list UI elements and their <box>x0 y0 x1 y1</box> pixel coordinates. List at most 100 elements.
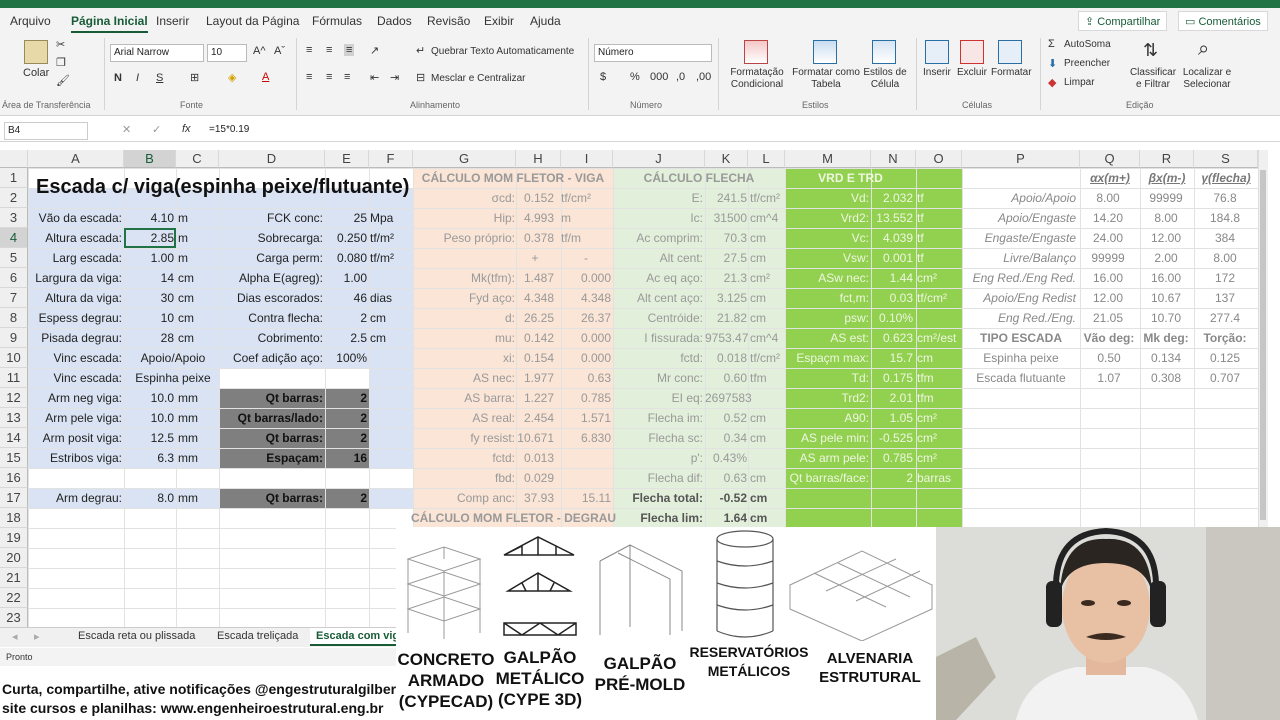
column-header-S[interactable]: S <box>1194 150 1258 168</box>
mid-param-label[interactable]: Alpha E(agreg): <box>219 268 323 288</box>
increase-indent-icon[interactable]: ⇥ <box>390 71 399 84</box>
flecha-unit[interactable]: cm <box>750 428 784 448</box>
fill-button[interactable]: Preencher <box>1064 58 1110 69</box>
viga-value-2[interactable]: m <box>561 208 611 228</box>
cell-styles-button[interactable]: Estilos de Célula <box>860 67 910 91</box>
coef-beta[interactable]: 10.70 <box>1140 308 1192 328</box>
tipo-vao-header[interactable]: Vão deg: <box>1080 328 1138 348</box>
column-header-N[interactable]: N <box>871 150 916 168</box>
row-header-17[interactable]: 17 <box>0 488 28 508</box>
mid-param-label[interactable]: Cobrimento: <box>219 328 323 348</box>
menu-pagina-inicial[interactable]: Página Inicial <box>71 14 148 33</box>
flecha-unit[interactable]: cm <box>750 408 784 428</box>
mid-param-value[interactable]: 0.080 <box>325 248 367 268</box>
viga-label[interactable]: AS barra: <box>413 388 515 408</box>
share-button[interactable]: ⇪ Compartilhar <box>1078 11 1168 31</box>
flecha-label[interactable]: Ac comprim: <box>613 228 703 248</box>
viga-value-1[interactable]: 0.013 <box>516 448 554 468</box>
select-all-corner[interactable] <box>0 150 28 168</box>
mid-param-label[interactable]: Coef adição aço: <box>219 348 323 368</box>
coef-alpha[interactable]: 21.05 <box>1080 308 1136 328</box>
flecha-unit[interactable]: cm <box>750 508 784 528</box>
viga-value-2[interactable]: tf/m <box>561 228 611 248</box>
flecha-label[interactable]: Mr conc: <box>613 368 703 388</box>
vrd-label[interactable]: Espaçm max: <box>785 348 869 368</box>
qt-value[interactable]: 2 <box>325 488 367 508</box>
flecha-value[interactable]: 9753.47 <box>705 328 748 348</box>
coef-beta[interactable]: 12.00 <box>1140 228 1192 248</box>
tipo-torcao[interactable]: 0.707 <box>1194 368 1256 388</box>
cell-styles-icon[interactable] <box>872 40 896 64</box>
paste-icon[interactable] <box>24 40 48 64</box>
column-header-H[interactable]: H <box>516 150 561 168</box>
vrd-unit[interactable]: tfm <box>917 368 961 388</box>
coef-alpha[interactable]: 14.20 <box>1080 208 1136 228</box>
font-size-select[interactable]: 10 <box>207 44 247 62</box>
column-header-J[interactable]: J <box>613 150 705 168</box>
qt-value[interactable]: 16 <box>325 448 367 468</box>
param-value[interactable]: Apoio/Apoio <box>128 348 218 368</box>
coef-label[interactable]: Apoio/Apoio <box>962 188 1076 208</box>
tipo-vao[interactable]: 0.50 <box>1080 348 1138 368</box>
qt-value[interactable]: 2 <box>325 428 367 448</box>
flecha-label[interactable]: p': <box>613 448 703 468</box>
vrd-label[interactable]: Vd: <box>785 188 869 208</box>
param-value[interactable]: Espinha peixe <box>128 368 218 388</box>
copy-icon[interactable]: ❐ <box>56 56 66 69</box>
param-label[interactable]: Larg escada: <box>28 248 122 268</box>
viga-label[interactable]: Mk(tfm): <box>413 268 515 288</box>
row-header-13[interactable]: 13 <box>0 408 28 428</box>
viga-value-1[interactable]: 1.227 <box>516 388 554 408</box>
coef-gamma[interactable]: 384 <box>1194 228 1256 248</box>
flecha-unit[interactable]: cm <box>750 488 784 508</box>
viga-label[interactable]: d: <box>413 308 515 328</box>
vrd-unit[interactable]: cm²/est <box>917 328 961 348</box>
conditional-format-icon[interactable] <box>744 40 768 64</box>
mid-param-unit[interactable]: tf/m² <box>370 228 412 248</box>
vrd-value[interactable]: 2 <box>871 468 913 488</box>
param-unit[interactable]: m <box>178 208 218 228</box>
borders-icon[interactable]: ⊞ <box>190 71 199 84</box>
format-table-icon[interactable] <box>813 40 837 64</box>
flecha-value[interactable]: 70.3 <box>705 228 747 248</box>
row-header-20[interactable]: 20 <box>0 548 28 568</box>
row-header-12[interactable]: 12 <box>0 388 28 408</box>
flecha-value[interactable]: 241.5 <box>705 188 747 208</box>
coef-gamma[interactable]: 137 <box>1194 288 1256 308</box>
vrd-unit[interactable]: tfm <box>917 388 961 408</box>
mid-param-value[interactable]: 46 <box>325 288 367 308</box>
vrd-unit[interactable]: cm² <box>917 448 961 468</box>
viga-value-2[interactable] <box>561 448 611 468</box>
flecha-label[interactable]: Flecha im: <box>613 408 703 428</box>
flecha-value[interactable]: 0.52 <box>705 408 747 428</box>
param-label[interactable]: Altura da viga: <box>28 288 122 308</box>
coef-alpha[interactable]: 24.00 <box>1080 228 1136 248</box>
column-header-P[interactable]: P <box>962 150 1080 168</box>
conditional-format-button[interactable]: Formatação Condicional <box>727 67 787 91</box>
paste-button[interactable]: Colar <box>23 67 49 79</box>
mid-param-label[interactable]: FCK conc: <box>219 208 323 228</box>
vrd-unit[interactable]: tf <box>917 188 961 208</box>
mid-param-unit[interactable]: cm <box>370 328 412 348</box>
param-unit[interactable]: cm <box>178 328 218 348</box>
menu-layout[interactable]: Layout da Página <box>206 14 299 28</box>
flecha-label[interactable]: Flecha lim: <box>613 508 703 528</box>
autosum-icon[interactable]: Σ <box>1048 38 1055 50</box>
vrd-value[interactable]: 13.552 <box>871 208 913 228</box>
vrd-value[interactable]: 4.039 <box>871 228 913 248</box>
param-unit[interactable]: cm <box>178 288 218 308</box>
vrd-value[interactable]: 15.7 <box>871 348 913 368</box>
coef-beta[interactable]: 16.00 <box>1140 268 1192 288</box>
viga-value-1[interactable]: 1.487 <box>516 268 554 288</box>
viga-value-2[interactable]: 26.37 <box>561 308 611 328</box>
viga-value-2[interactable]: 0.63 <box>561 368 611 388</box>
align-center-icon[interactable]: ≡ <box>326 71 332 83</box>
flecha-value[interactable]: 21.3 <box>705 268 747 288</box>
viga-value-1[interactable]: 0.378 <box>516 228 554 248</box>
row-header-11[interactable]: 11 <box>0 368 28 388</box>
viga-label[interactable]: Comp anc: <box>413 488 515 508</box>
param-unit[interactable]: cm <box>178 308 218 328</box>
viga-value-2[interactable] <box>561 468 611 488</box>
flecha-unit[interactable]: cm <box>750 228 784 248</box>
flecha-value[interactable]: 0.018 <box>705 348 747 368</box>
